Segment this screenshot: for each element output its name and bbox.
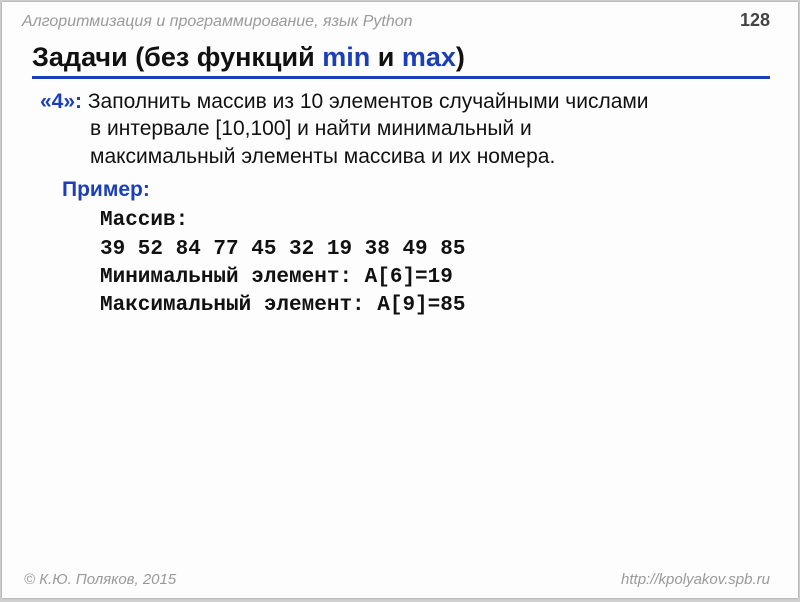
slide-footer: © К.Ю. Поляков, 2015 http://kpolyakov.sp…: [24, 571, 770, 588]
source-url: http://kpolyakov.spb.ru: [621, 571, 770, 588]
slide-body: «4»: Заполнить массив из 10 элементов сл…: [40, 88, 758, 321]
slide: Алгоритмизация и программирование, язык …: [2, 2, 798, 598]
task-line-1: Заполнить массив из 10 элементов случайн…: [82, 90, 649, 113]
difficulty-level: «4»:: [40, 90, 82, 113]
code-line: Массив:: [100, 209, 188, 232]
keyword-max: max: [402, 42, 456, 72]
slide-title: Задачи (без функций min и max): [32, 42, 770, 79]
code-line: Максимальный элемент: A[9]=85: [100, 294, 465, 317]
page-number: 128: [740, 10, 770, 31]
task-block: «4»: Заполнить массив из 10 элементов сл…: [40, 88, 758, 170]
code-line: Минимальный элемент: A[6]=19: [100, 266, 453, 289]
title-suffix: ): [456, 42, 465, 72]
slide-header: Алгоритмизация и программирование, язык …: [22, 10, 770, 31]
title-mid: и: [370, 42, 402, 72]
course-title: Алгоритмизация и программирование, язык …: [22, 13, 413, 31]
example-label: Пример:: [62, 176, 150, 203]
author-credit: © К.Ю. Поляков, 2015: [24, 571, 176, 588]
code-line: 39 52 84 77 45 32 19 38 49 85: [100, 238, 465, 261]
keyword-min: min: [322, 42, 370, 72]
task-line-2: в интервале [10,100] и найти минимальный…: [90, 115, 758, 142]
code-block: Массив: 39 52 84 77 45 32 19 38 49 85 Ми…: [100, 207, 758, 320]
title-prefix: Задачи (без функций: [32, 42, 322, 72]
task-line-3: максимальный элементы массива и их номер…: [90, 143, 758, 170]
